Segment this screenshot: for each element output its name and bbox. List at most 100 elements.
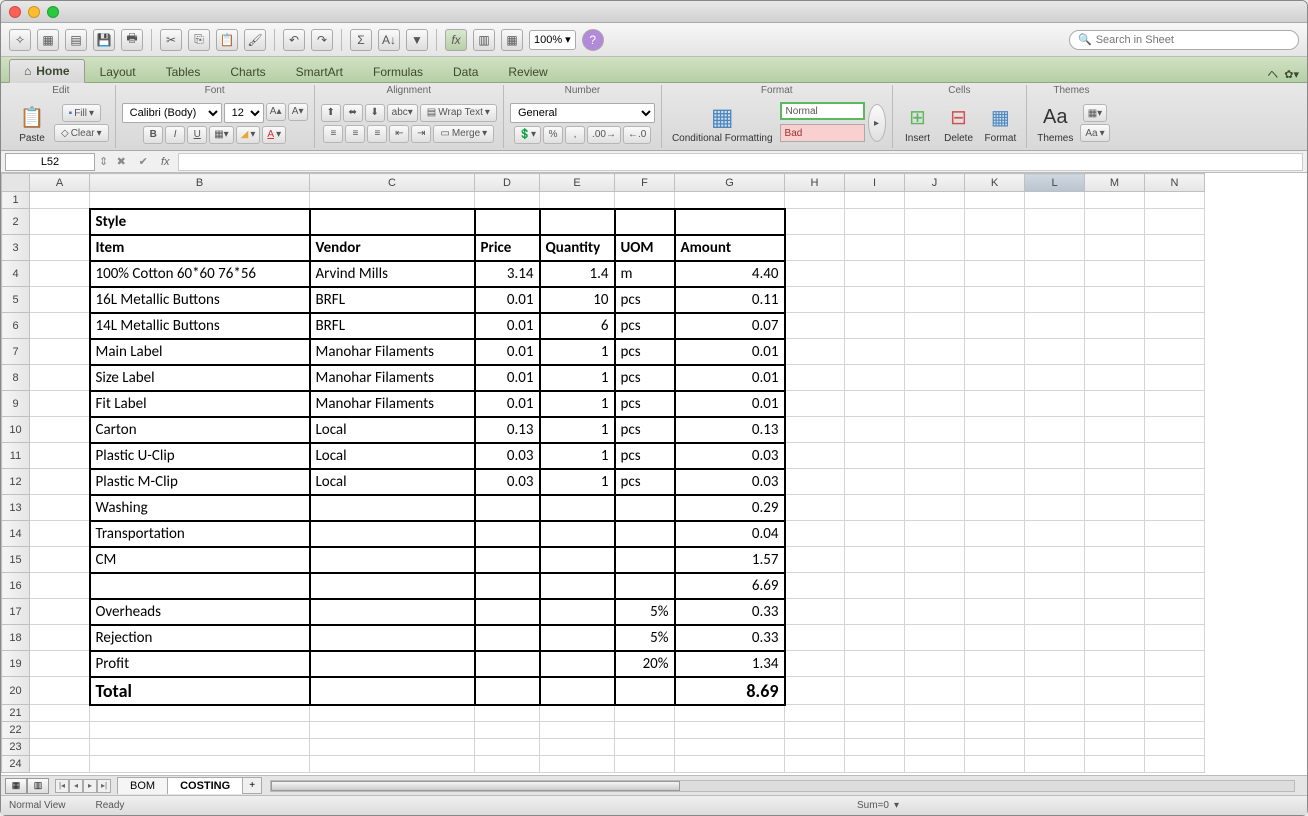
cell-J19[interactable]: [905, 651, 965, 677]
tab-layout[interactable]: Layout: [85, 60, 151, 83]
cell-F11[interactable]: pcs: [615, 443, 675, 469]
cell-A11[interactable]: [30, 443, 90, 469]
cell-J12[interactable]: [905, 469, 965, 495]
cell-J2[interactable]: [905, 209, 965, 235]
cell-E4[interactable]: 1.4: [540, 261, 615, 287]
cancel-formula-icon[interactable]: ✖: [112, 153, 130, 171]
tab-data[interactable]: Data: [438, 60, 493, 83]
cell-B11[interactable]: Plastic U-Clip: [90, 443, 310, 469]
cell-I2[interactable]: [845, 209, 905, 235]
insert-button[interactable]: ⊞Insert: [899, 100, 937, 146]
cell-D18[interactable]: [475, 625, 540, 651]
cell-I7[interactable]: [845, 339, 905, 365]
cell-A12[interactable]: [30, 469, 90, 495]
cell-E6[interactable]: 6: [540, 313, 615, 339]
cell-C24[interactable]: [310, 756, 475, 773]
cell-H19[interactable]: [785, 651, 845, 677]
cell-H18[interactable]: [785, 625, 845, 651]
autosum-icon[interactable]: Σ: [350, 29, 372, 51]
cell-F10[interactable]: pcs: [615, 417, 675, 443]
cell-B6[interactable]: 14L Metallic Buttons: [90, 313, 310, 339]
cell-I12[interactable]: [845, 469, 905, 495]
cell-K15[interactable]: [965, 547, 1025, 573]
cell-L5[interactable]: [1025, 287, 1085, 313]
cell-N15[interactable]: [1145, 547, 1205, 573]
cell-I14[interactable]: [845, 521, 905, 547]
row-header-24[interactable]: 24: [2, 756, 30, 773]
cell-J17[interactable]: [905, 599, 965, 625]
row-header-16[interactable]: 16: [2, 573, 30, 599]
indent-left-icon[interactable]: ⇤: [389, 125, 409, 143]
row-header-17[interactable]: 17: [2, 599, 30, 625]
cell-D19[interactable]: [475, 651, 540, 677]
cell-J22[interactable]: [905, 722, 965, 739]
cell-B8[interactable]: Size Label: [90, 365, 310, 391]
cell-N7[interactable]: [1145, 339, 1205, 365]
cell-N14[interactable]: [1145, 521, 1205, 547]
cell-J11[interactable]: [905, 443, 965, 469]
cell-M19[interactable]: [1085, 651, 1145, 677]
cell-K3[interactable]: [965, 235, 1025, 261]
cell-D6[interactable]: 0.01: [475, 313, 540, 339]
cell-A15[interactable]: [30, 547, 90, 573]
cell-A8[interactable]: [30, 365, 90, 391]
cell-C18[interactable]: [310, 625, 475, 651]
cell-M17[interactable]: [1085, 599, 1145, 625]
cell-C10[interactable]: Local: [310, 417, 475, 443]
cell-E9[interactable]: 1: [540, 391, 615, 417]
delete-button[interactable]: ⊟Delete: [940, 100, 978, 146]
cell-G17[interactable]: 0.33: [675, 599, 785, 625]
italic-button[interactable]: I: [165, 126, 185, 144]
cell-H20[interactable]: [785, 677, 845, 705]
col-header-L[interactable]: L: [1025, 174, 1085, 192]
cell-L2[interactable]: [1025, 209, 1085, 235]
cell-M1[interactable]: [1085, 192, 1145, 209]
cell-G1[interactable]: [675, 192, 785, 209]
cell-C8[interactable]: Manohar Filaments: [310, 365, 475, 391]
cell-A16[interactable]: [30, 573, 90, 599]
row-header-19[interactable]: 19: [2, 651, 30, 677]
align-right-icon[interactable]: ≡: [367, 125, 387, 143]
cell-J7[interactable]: [905, 339, 965, 365]
cell-I17[interactable]: [845, 599, 905, 625]
cell-N10[interactable]: [1145, 417, 1205, 443]
cell-H22[interactable]: [785, 722, 845, 739]
cell-B20[interactable]: Total: [90, 677, 310, 705]
indent-right-icon[interactable]: ⇥: [411, 125, 431, 143]
cell-F17[interactable]: 5%: [615, 599, 675, 625]
cell-C21[interactable]: [310, 705, 475, 722]
cell-E5[interactable]: 10: [540, 287, 615, 313]
cell-I10[interactable]: [845, 417, 905, 443]
decrease-decimal-icon[interactable]: ←.0: [623, 126, 651, 144]
cell-C13[interactable]: [310, 495, 475, 521]
search-box[interactable]: 🔍: [1069, 30, 1299, 50]
cell-I4[interactable]: [845, 261, 905, 287]
cell-D23[interactable]: [475, 739, 540, 756]
cell-H15[interactable]: [785, 547, 845, 573]
row-header-11[interactable]: 11: [2, 443, 30, 469]
cell-C5[interactable]: BRFL: [310, 287, 475, 313]
cell-H17[interactable]: [785, 599, 845, 625]
currency-icon[interactable]: 💲▾: [514, 126, 541, 144]
grow-font-icon[interactable]: A▴: [266, 103, 286, 121]
cell-L20[interactable]: [1025, 677, 1085, 705]
cell-J13[interactable]: [905, 495, 965, 521]
sum-indicator[interactable]: Sum=0▾: [857, 800, 899, 811]
cell-L4[interactable]: [1025, 261, 1085, 287]
open-icon[interactable]: ▦: [37, 29, 59, 51]
cell-B10[interactable]: Carton: [90, 417, 310, 443]
cell-N21[interactable]: [1145, 705, 1205, 722]
cell-K7[interactable]: [965, 339, 1025, 365]
cell-J10[interactable]: [905, 417, 965, 443]
close-icon[interactable]: [9, 6, 21, 18]
cell-B21[interactable]: [90, 705, 310, 722]
align-left-icon[interactable]: ≡: [323, 125, 343, 143]
cell-L1[interactable]: [1025, 192, 1085, 209]
col-header-E[interactable]: E: [540, 174, 615, 192]
fx-icon[interactable]: fx: [445, 29, 467, 51]
cell-J9[interactable]: [905, 391, 965, 417]
cell-D17[interactable]: [475, 599, 540, 625]
cell-J23[interactable]: [905, 739, 965, 756]
grid[interactable]: ABCDEFGHIJKLMN12Style3ItemVendorPriceQua…: [1, 173, 1307, 775]
cell-M21[interactable]: [1085, 705, 1145, 722]
